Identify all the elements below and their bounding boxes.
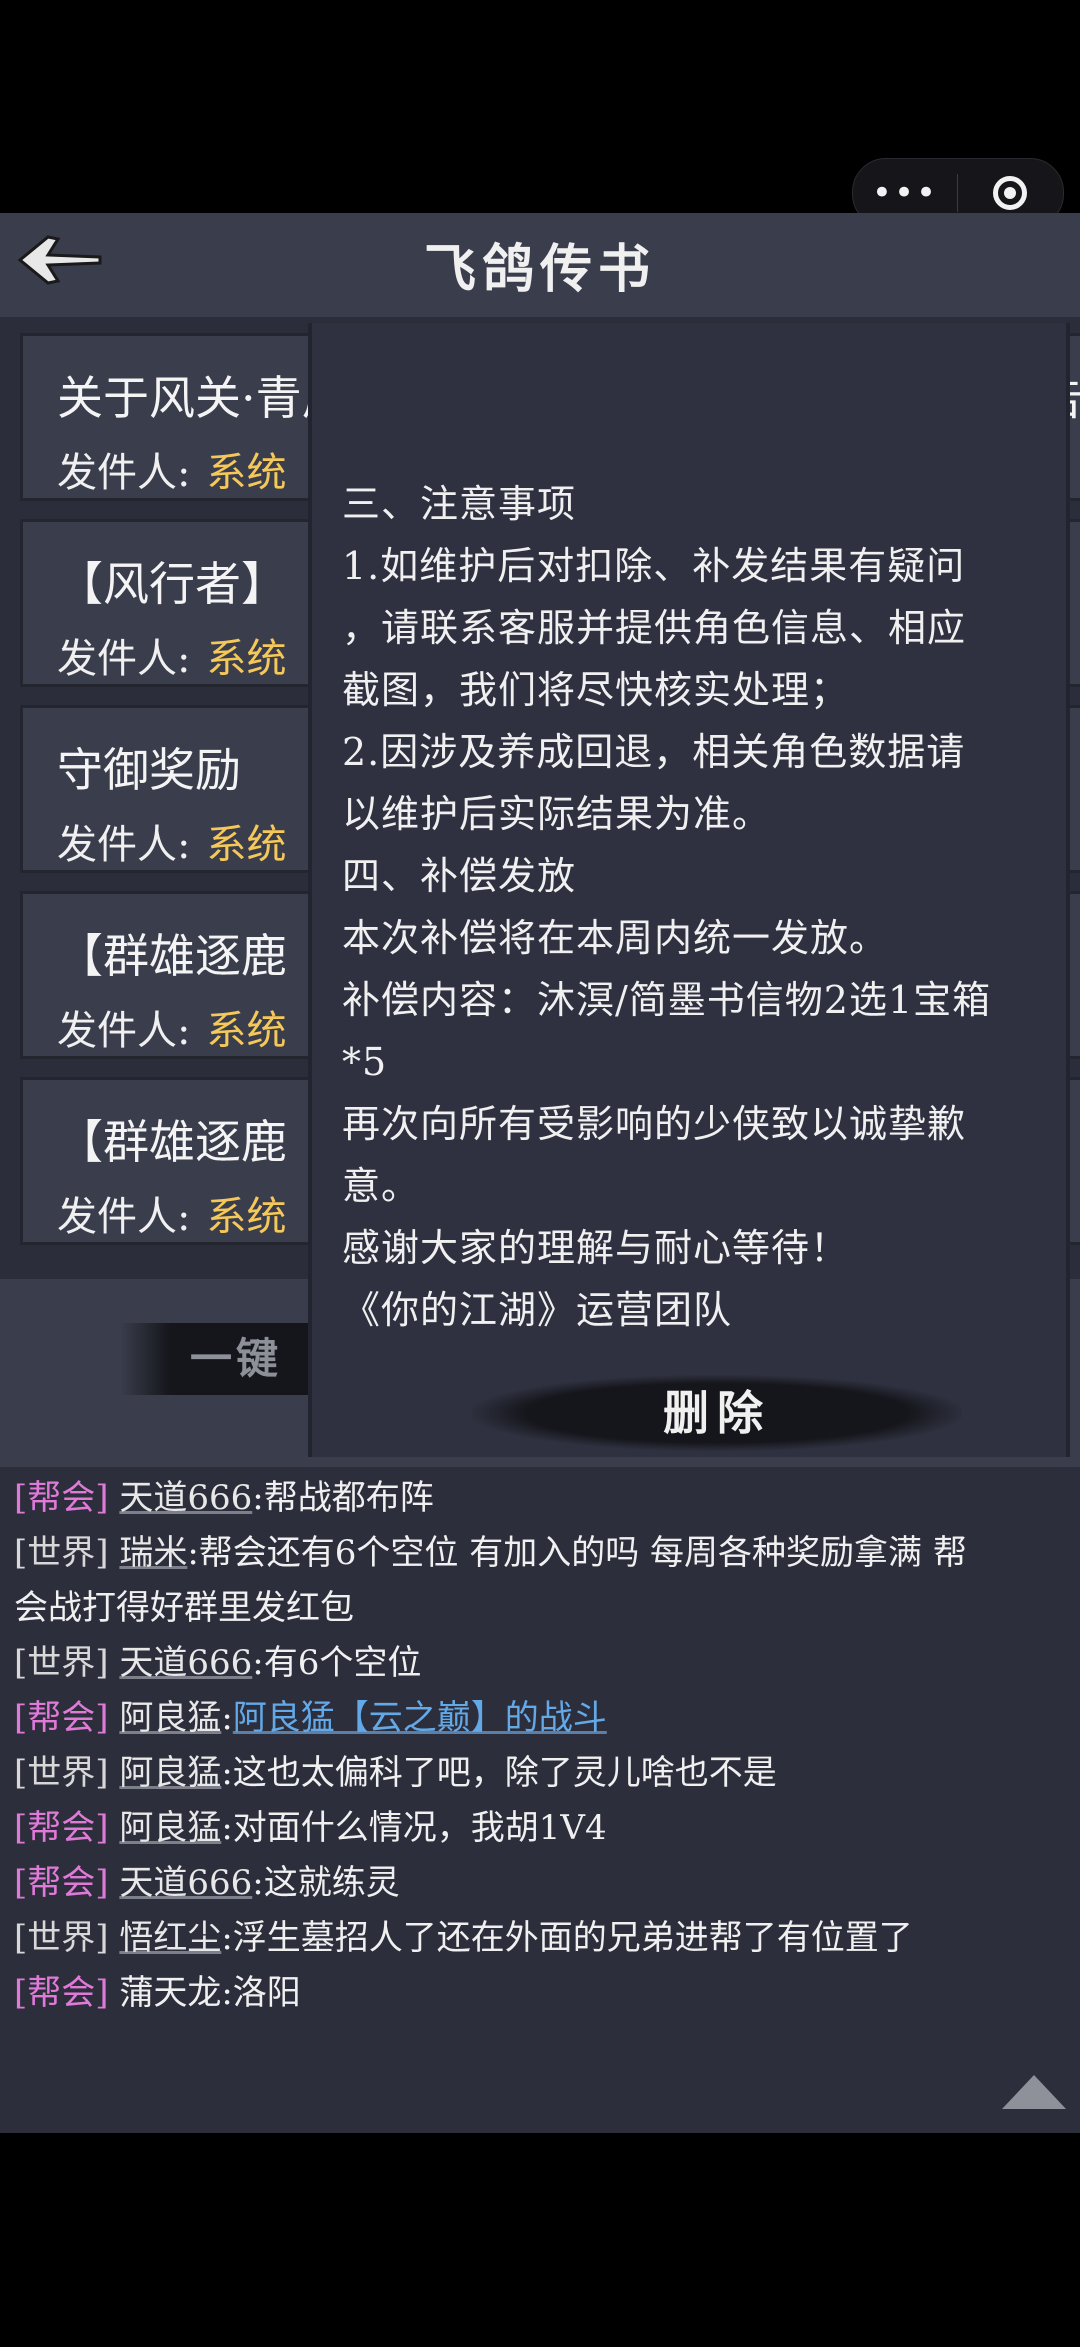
player-name[interactable]: 瑞米 — [119, 1533, 187, 1573]
delete-button[interactable]: 删除 — [472, 1375, 962, 1451]
chat-line: [世界] 阿良猛:这也太偏科了吧，除了灵儿啥也不是 — [14, 1753, 777, 1793]
mail-title: 【风行者】 — [57, 557, 287, 611]
chat-line: [世界] 天道666:有6个空位 — [14, 1643, 422, 1683]
target-close-icon — [993, 176, 1027, 210]
expand-chat-button[interactable] — [1002, 2075, 1066, 2109]
player-name[interactable]: 蒲天龙 — [119, 1973, 221, 2013]
player-name[interactable]: 天道666 — [119, 1643, 252, 1683]
chat-line: 会战打得好群里发红包 — [14, 1588, 354, 1628]
more-menu-button[interactable]: ••• — [853, 173, 957, 213]
player-name[interactable]: 天道666 — [119, 1478, 252, 1518]
mail-title: 【群雄逐鹿 — [57, 929, 287, 983]
close-miniprogram-button[interactable] — [958, 176, 1062, 210]
page-title: 飞鸽传书 — [423, 239, 656, 300]
mail-sender: 发件人: 系统 — [57, 1008, 287, 1054]
player-name[interactable]: 阿良猛 — [119, 1698, 221, 1738]
chat-line: [帮会] 阿良猛:阿良猛【云之巅】的战斗 — [14, 1698, 607, 1738]
game-screen: 飞鸽传书 关于风关·青风行者奖励错发问题的致歉与处理公告 发件人:系统 【风行者… — [0, 213, 1080, 2133]
mail-sender: 发件人: 系统 — [57, 450, 287, 496]
chat-line: [帮会] 阿良猛:对面什么情况，我胡1V4 — [14, 1808, 607, 1848]
mail-sender: 发件人: 系统 — [57, 1194, 287, 1240]
chat-line: [帮会] 蒲天龙:洛阳 — [14, 1973, 301, 2013]
triangle-up-icon — [1002, 2075, 1066, 2109]
player-name[interactable]: 阿良猛 — [119, 1753, 221, 1793]
chat-line: [世界] 悟红尘:浮生墓招人了还在外面的兄弟进帮了有位置了 — [14, 1918, 913, 1958]
chat-line: [帮会] 天道666:这就练灵 — [14, 1863, 400, 1903]
chat-line: [世界] 瑞米:帮会还有6个空位 有加入的吗 每周各种奖励拿满 帮 — [14, 1533, 967, 1573]
battle-replay-link[interactable]: 阿良猛【云之巅】的战斗 — [233, 1698, 607, 1738]
player-name[interactable]: 阿良猛 — [119, 1808, 221, 1848]
chat-line: [帮会] 天道666:帮战都布阵 — [14, 1478, 434, 1518]
player-name[interactable]: 天道666 — [119, 1863, 252, 1903]
player-name[interactable]: 悟红尘 — [119, 1918, 221, 1958]
top-bar: 飞鸽传书 — [0, 213, 1080, 317]
mail-detail-popup: 三、注意事项 1.如维护后对扣除、补发结果有疑问 ，请联系客服并提供角色信息、相… — [308, 323, 1070, 1457]
mail-content: 三、注意事项 1.如维护后对扣除、补发结果有疑问 ，请联系客服并提供角色信息、相… — [342, 482, 992, 1332]
mail-title: 【群雄逐鹿 — [57, 1115, 287, 1169]
mail-sender: 发件人: 系统 — [57, 636, 287, 682]
chat-panel: [帮会] 天道666:帮战都布阵 [世界] 瑞米:帮会还有6个空位 有加入的吗 … — [0, 1467, 1080, 2133]
mail-title: 守御奖励 — [57, 743, 241, 797]
mail-sender: 发件人: 系统 — [57, 822, 287, 868]
